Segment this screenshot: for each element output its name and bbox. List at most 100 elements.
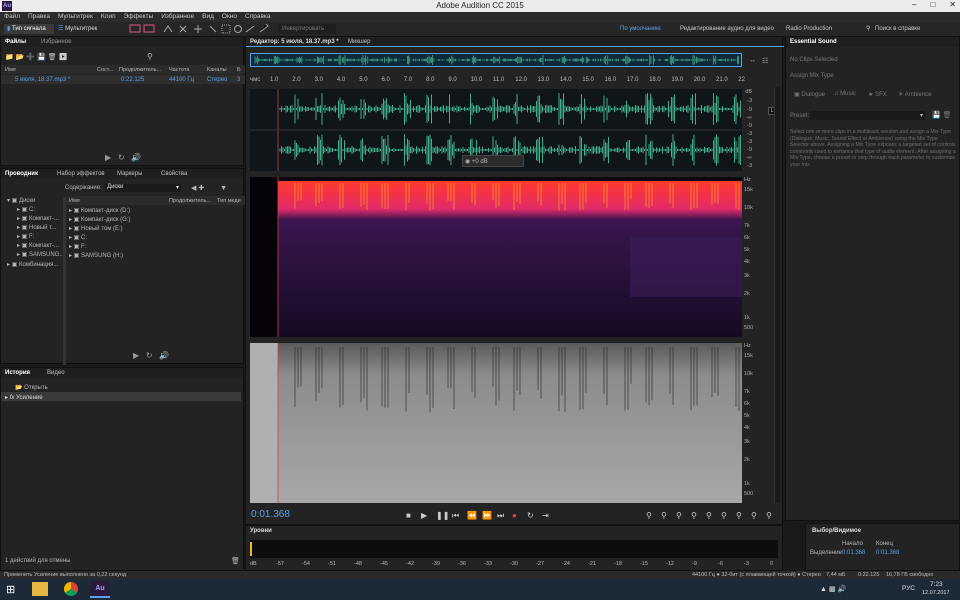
network-icon[interactable]: ▩ [829, 586, 836, 593]
zoom-in-spectral-icon[interactable]: ⚲ [736, 511, 742, 520]
selection-start[interactable]: 0:01.368 [842, 550, 865, 556]
save-icon[interactable]: 💾 [37, 54, 46, 61]
file-explorer-icon[interactable] [32, 582, 48, 596]
menu-multitrack[interactable]: Мультитрек [58, 12, 93, 22]
tab-video[interactable]: Видео [47, 370, 65, 376]
tree-item[interactable]: ▸ ▣ Комбинация... [7, 261, 58, 268]
workspace-radio-production[interactable]: Radio Production [786, 24, 832, 34]
tree-item[interactable]: ▸ ▣ C: [17, 206, 35, 213]
clock[interactable]: 7:23 [930, 581, 943, 588]
menu-view[interactable]: Вид [202, 12, 214, 22]
delete-history-icon[interactable]: 🗑 [231, 557, 240, 565]
play-preview-icon[interactable]: ▶ [59, 54, 68, 61]
col-channels[interactable]: Каналы [207, 67, 227, 73]
tab-markers[interactable]: Маркеры [117, 171, 142, 177]
history-item[interactable]: 📂 Открыть [15, 384, 48, 391]
time-ruler[interactable]: чмс 1.0 2.0 3.0 4.0 5.0 6.0 7.0 8.0 9.0 10.0 11.0 1… [250, 77, 745, 87]
preset-select[interactable]: ▾ [810, 111, 925, 120]
zoom-reset-icon[interactable]: ⚲ [766, 511, 772, 520]
list-item[interactable]: ▸ ▣ SAMSUNG (H:) [69, 252, 123, 259]
waveform-display[interactable]: ◉ +0 dB [250, 89, 742, 171]
volume-icon[interactable]: 🔊 [837, 586, 846, 593]
minimize-icon[interactable]: – [912, 0, 916, 9]
close-icon[interactable]: ✕ [949, 0, 956, 9]
workspace-default[interactable]: По умолчанию [620, 24, 661, 34]
zoom-out-time-icon[interactable]: ⚲ [691, 511, 697, 520]
col-name[interactable]: Имя [69, 198, 80, 204]
rewind-icon[interactable]: ⏪ [467, 511, 477, 520]
list-item[interactable]: ▸ ▣ F: [69, 243, 86, 250]
back-icon[interactable]: ◀ [191, 185, 196, 192]
tab-properties[interactable]: Свойства [161, 171, 187, 177]
tab-mixer[interactable]: Микшер [348, 39, 370, 45]
tab-history[interactable]: История [5, 370, 30, 376]
menu-help[interactable]: Справка [245, 12, 271, 22]
play-icon[interactable]: ▶ [421, 511, 427, 520]
add-icon[interactable]: ✚ [198, 185, 204, 192]
col-media-type[interactable]: Тип меди [217, 198, 241, 204]
menu-window[interactable]: Окно [222, 12, 237, 22]
tree-item[interactable]: ▸ ▣ Компакт-... [17, 242, 59, 249]
vertical-scrollbar[interactable] [774, 87, 780, 503]
current-time[interactable]: 0:01.368 [251, 509, 290, 520]
tray-expand-icon[interactable]: ▲ [820, 586, 827, 593]
gain-knob-icon[interactable]: ◉ [465, 159, 470, 165]
tree-item[interactable]: ▸ ▣ F: [17, 233, 34, 240]
spectral-display-button[interactable]: Инвертировать [278, 24, 336, 34]
preview-play-icon[interactable]: ▶ [133, 351, 139, 360]
zoom-in-time-icon[interactable]: ⚲ [676, 511, 682, 520]
list-item[interactable]: ▸ ▣ Новый том (E:) [69, 225, 123, 232]
pause-icon[interactable]: ❚❚ [436, 511, 449, 520]
new-file-icon[interactable]: ➕ [26, 54, 35, 61]
history-item-selected[interactable]: ▸ fx Усиление [5, 394, 43, 401]
go-to-start-icon[interactable]: ⏮ [452, 511, 459, 521]
workspace-audio-for-video[interactable]: Редактирование аудио для видео [680, 24, 774, 34]
help-search-input[interactable]: ⚲ Поиск в справке [866, 24, 956, 34]
tab-favorites[interactable]: Избранное [41, 39, 71, 45]
tree-scrollbar[interactable] [63, 197, 66, 365]
tree-item[interactable]: ▸ ▣ Компакт-... [17, 215, 59, 222]
menu-effects[interactable]: Эффекты [124, 12, 154, 22]
audition-taskbar-icon[interactable]: Au [90, 581, 110, 598]
loop-icon[interactable]: ↻ [527, 511, 534, 520]
display-options-icon[interactable]: ☷ [762, 57, 768, 65]
col-duration[interactable]: Продолжитель... [119, 67, 161, 73]
start-icon[interactable]: ⊞ [6, 583, 15, 596]
import-icon[interactable]: 📂 [16, 54, 25, 61]
stop-icon[interactable]: ■ [406, 511, 411, 520]
tab-explorer[interactable]: Проводник [5, 171, 38, 177]
menu-edit[interactable]: Правка [28, 12, 50, 22]
preview-play-icon[interactable]: ▶ [105, 153, 111, 162]
list-item[interactable]: ▸ ▣ C: [69, 234, 87, 241]
tree-item[interactable]: ▸ ▣ Новый т... [17, 224, 56, 231]
content-select[interactable]: Диски ▾ [105, 184, 181, 192]
tab-editor[interactable]: Редактор: 5 июля, 18.37.mp3 * [250, 39, 339, 45]
tab-effects-rack[interactable]: Набор эффектов [57, 171, 105, 177]
zoom-selection-icon[interactable]: ⚲ [721, 511, 727, 520]
zoom-out-spectral-icon[interactable]: ⚲ [751, 511, 757, 520]
selection-end[interactable]: 0:01.368 [876, 550, 899, 556]
col-bits[interactable]: Б [237, 67, 241, 73]
chrome-icon[interactable] [64, 582, 78, 596]
preview-volume-icon[interactable]: 🔊 [131, 153, 141, 162]
record-icon[interactable]: ● [512, 511, 517, 520]
mix-type-dialogue[interactable]: ▣ Dialogue [794, 91, 825, 98]
files-search-icon[interactable]: ⚲ [147, 52, 153, 61]
zoom-full-icon[interactable]: ⚲ [706, 511, 712, 520]
spectral-display-bottom[interactable] [250, 343, 742, 503]
skip-icon[interactable]: ⇥ [542, 511, 549, 520]
delete-preset-icon[interactable]: 🗑 [943, 112, 952, 119]
list-item[interactable]: ▸ ▣ Компакт-диск (G:) [69, 216, 130, 223]
spectral-display-top[interactable] [250, 177, 742, 337]
multitrack-view-button[interactable]: ☰ Мультитрек [58, 24, 108, 34]
col-duration[interactable]: Продолжитель... [169, 198, 211, 204]
list-item[interactable]: ▸ ▣ Компакт-диск (D:) [69, 207, 130, 214]
tree-item[interactable]: ▸ ▣ SAMSUNG... [17, 251, 64, 258]
col-status[interactable]: Сост... [97, 67, 113, 73]
hud-gain-control[interactable]: ◉ +0 dB [462, 155, 524, 167]
mix-type-ambience[interactable]: ☀ Ambience [898, 91, 931, 98]
col-name[interactable]: Имя [5, 67, 16, 73]
menu-file[interactable]: Файл [4, 12, 20, 22]
zoom-out-amplitude-icon[interactable]: ⚲ [661, 511, 667, 520]
overview-bar[interactable] [250, 53, 742, 67]
